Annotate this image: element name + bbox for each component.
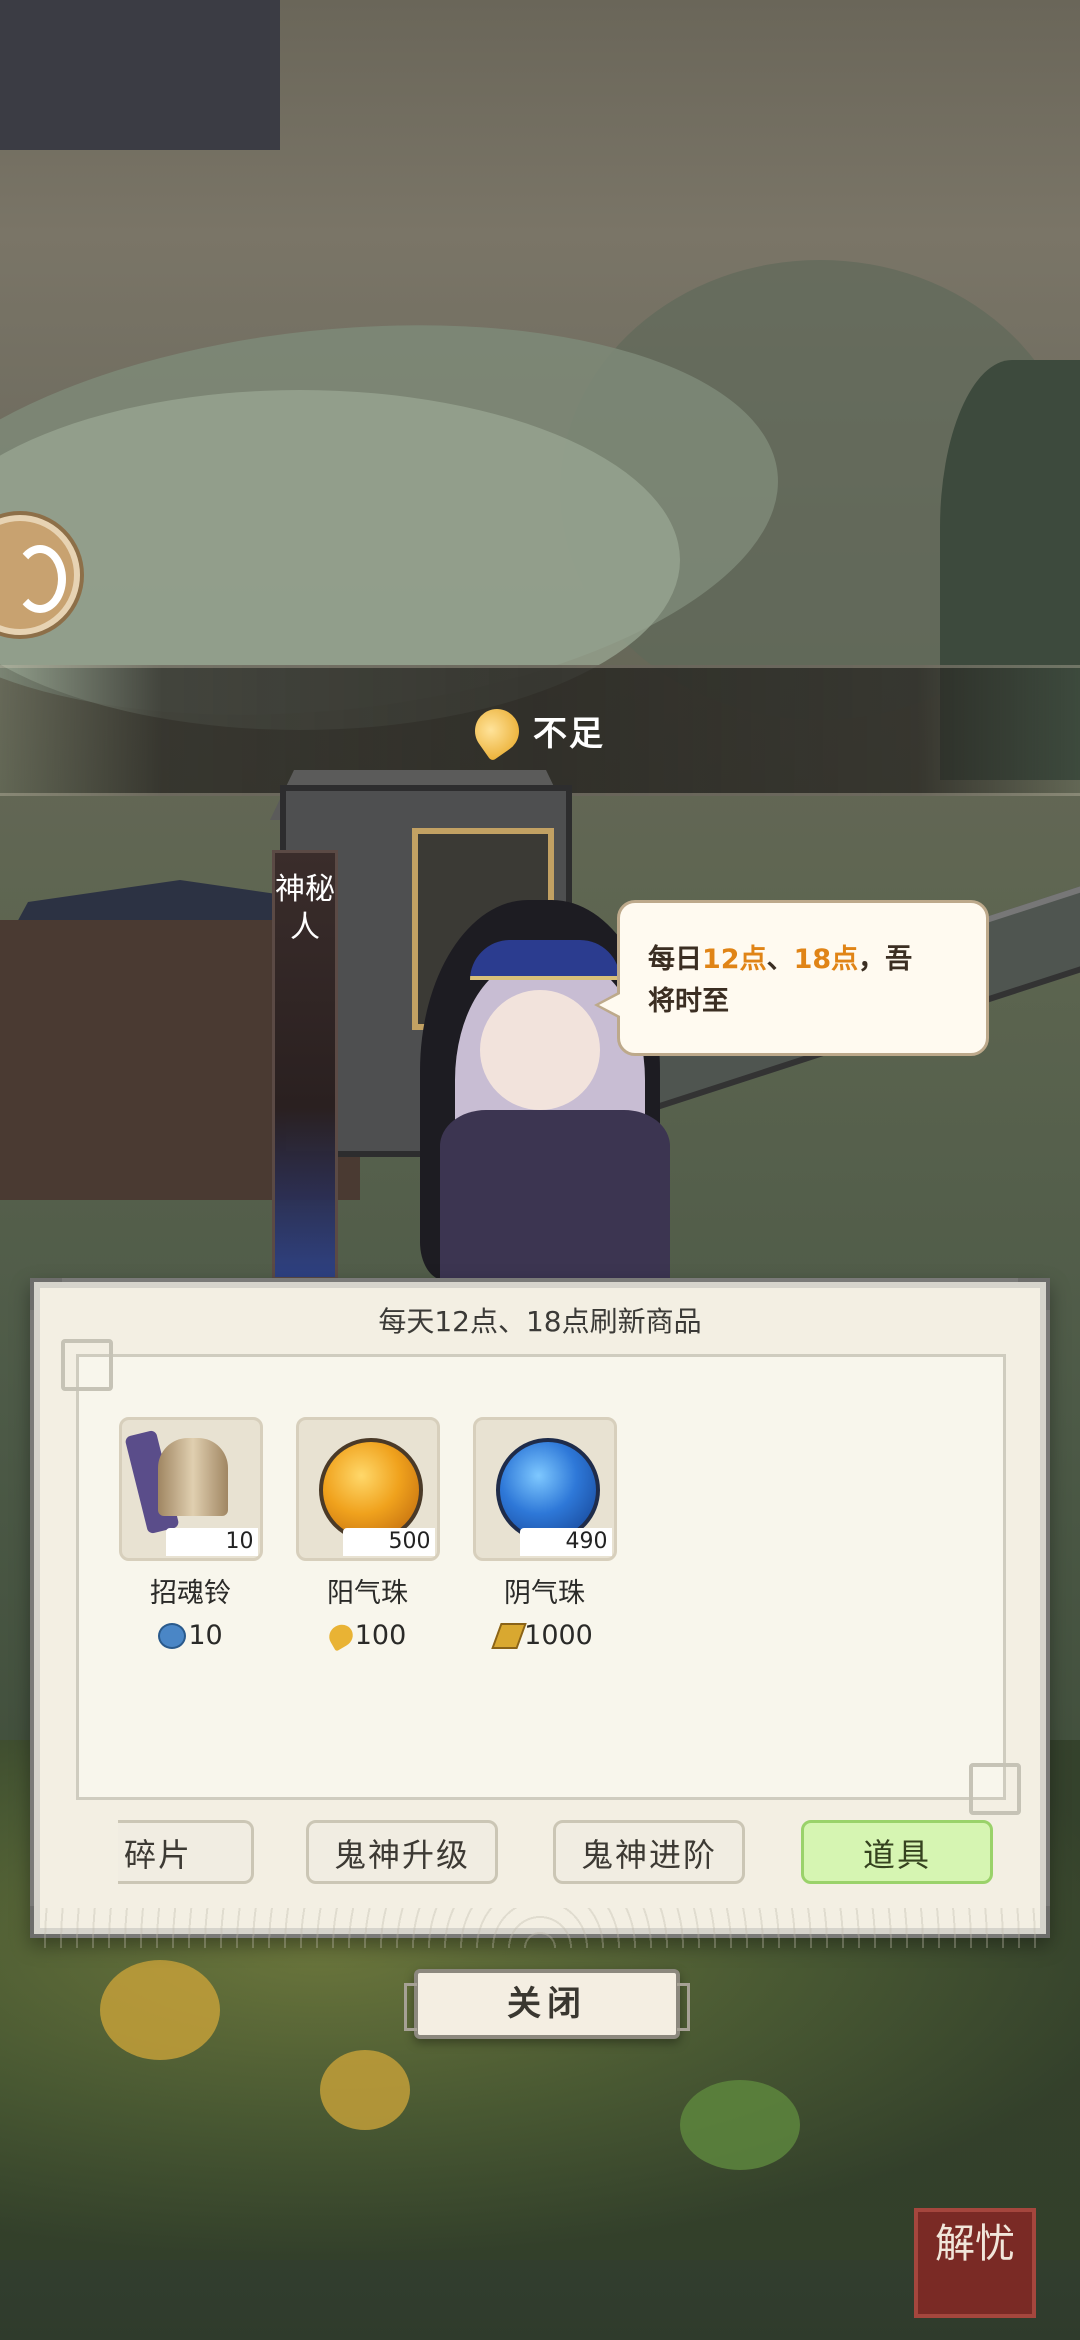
speech-text: ，吾	[858, 944, 913, 975]
shop-item[interactable]: 500 阳气珠 100	[295, 1417, 440, 1652]
npc-name: 神秘人	[275, 872, 335, 945]
shop-refresh-note: 每天12点、18点刷新商品	[378, 1305, 702, 1338]
shop-panel: 每天12点、18点刷新商品 10 招魂铃 10 500 阳气珠 100 490 …	[30, 1278, 1050, 1948]
speech-text: 每日	[648, 944, 702, 975]
banner-text: 不足	[533, 714, 605, 754]
spiral-ornament	[969, 1763, 1021, 1815]
tab-fragments[interactable]: 碎片	[118, 1820, 254, 1884]
item-name: 招魂铃	[150, 1578, 231, 1609]
item-thumbnail[interactable]: 500	[295, 1417, 440, 1561]
speech-time-highlight: 18点	[793, 944, 859, 975]
pavilion-building	[0, 0, 280, 150]
npc-headdress	[470, 940, 620, 980]
item-price-value: 1000	[524, 1620, 593, 1651]
yang-flame-icon	[324, 1619, 357, 1652]
jieyou-seal-button[interactable]: 解忧	[914, 2208, 1036, 2318]
shop-item[interactable]: 10 招魂铃 10	[118, 1417, 263, 1651]
speech-bubble: 每日12点、18点，吾 将时至	[594, 900, 989, 1056]
wave-ornament	[34, 1908, 1046, 1948]
item-quantity: 490	[519, 1528, 612, 1556]
shop-item-list: 10 招魂铃 10 500 阳气珠 100 490 阴气珠 1000	[118, 1417, 617, 1652]
spiral-ornament	[61, 1339, 113, 1391]
yang-flame-icon	[466, 699, 528, 762]
speech-time-highlight: 12点	[702, 944, 767, 975]
item-price: 100	[295, 1619, 440, 1652]
item-quantity: 10	[165, 1528, 258, 1556]
yin-orb-icon	[495, 1438, 600, 1542]
autumn-tree	[320, 2050, 410, 2130]
item-name: 阴气珠	[504, 1578, 585, 1609]
tab-spirit-upgrade[interactable]: 鬼神升级	[306, 1820, 498, 1884]
talisman-icon	[491, 1622, 527, 1649]
item-price-value: 10	[188, 1620, 223, 1651]
shop-tabs: 碎片 鬼神升级 鬼神进阶 道具	[34, 1820, 1046, 1948]
autumn-tree	[100, 1960, 220, 2060]
tab-items[interactable]: 道具	[801, 1820, 993, 1884]
item-price: 10	[118, 1620, 263, 1651]
item-price-value: 100	[354, 1620, 407, 1651]
item-name: 阳气珠	[327, 1578, 408, 1609]
item-price: 1000	[472, 1620, 617, 1651]
tab-spirit-advance[interactable]: 鬼神进阶	[553, 1820, 745, 1884]
shop-item[interactable]: 490 阴气珠 1000	[472, 1417, 617, 1651]
swirl-icon	[14, 545, 66, 613]
soul-bell-icon	[157, 1438, 228, 1516]
speech-line-2: 将时至	[648, 986, 729, 1017]
blue-coin-icon	[158, 1622, 187, 1649]
npc-robe	[440, 1110, 670, 1290]
item-quantity: 500	[342, 1528, 435, 1556]
item-thumbnail[interactable]: 490	[472, 1417, 617, 1561]
speech-text: 、	[766, 944, 794, 975]
speech-line-1: 每日12点、18点，吾	[648, 939, 960, 981]
yang-orb-icon	[318, 1438, 423, 1542]
close-button[interactable]: 关闭	[404, 1969, 690, 2039]
npc-name-sign: 神秘人	[272, 850, 338, 1280]
green-tree	[680, 2080, 800, 2170]
npc-face	[480, 990, 600, 1110]
seal-text: 解忧	[935, 2221, 1015, 2267]
item-thumbnail[interactable]: 10	[118, 1417, 263, 1561]
